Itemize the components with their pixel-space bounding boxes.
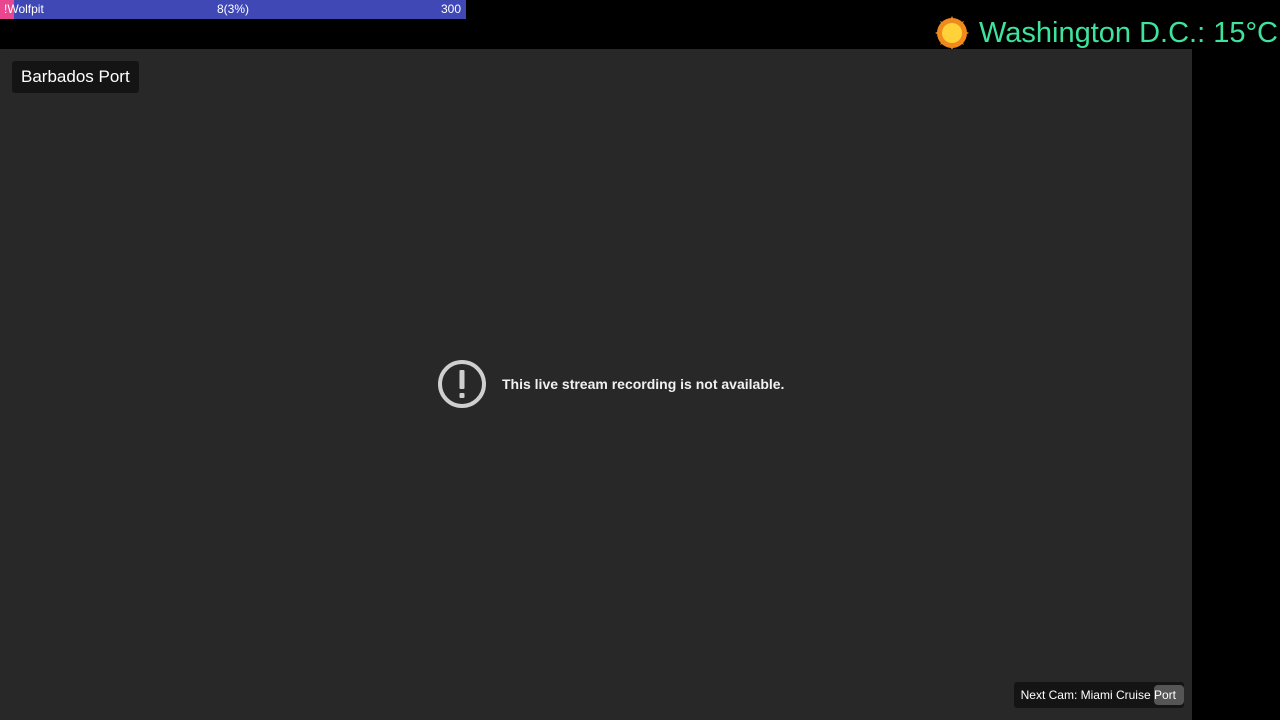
goal-target: 300 <box>440 2 461 16</box>
goal-progress-text: 8(3%) <box>217 2 250 16</box>
goal-progress-bar: !Wolfpit 8(3%) 300 <box>0 0 466 19</box>
stream-error-message: This live stream recording is not availa… <box>437 359 784 409</box>
weather-text: Washington D.C.: 15°C <box>978 17 1278 49</box>
alert-circle-icon <box>438 360 486 408</box>
camera-title: Barbados Port <box>12 61 139 93</box>
sun-icon <box>934 16 969 50</box>
goal-name: !Wolfpit <box>4 2 44 16</box>
error-text: This live stream recording is not availa… <box>502 376 785 392</box>
video-player[interactable]: Barbados Port This live stream recording… <box>0 49 1192 720</box>
right-side-strip <box>1192 49 1280 720</box>
next-cam-button[interactable]: Next Cam: Miami Cruise Port <box>1013 682 1184 708</box>
next-cam-label: Next Cam: Miami Cruise Port <box>1020 688 1176 702</box>
weather-ticker: Washington D.C.: 15°C <box>934 12 1280 54</box>
stream-overlay-root: !Wolfpit 8(3%) 300 Washington D.C.: 15°C <box>0 0 1280 720</box>
